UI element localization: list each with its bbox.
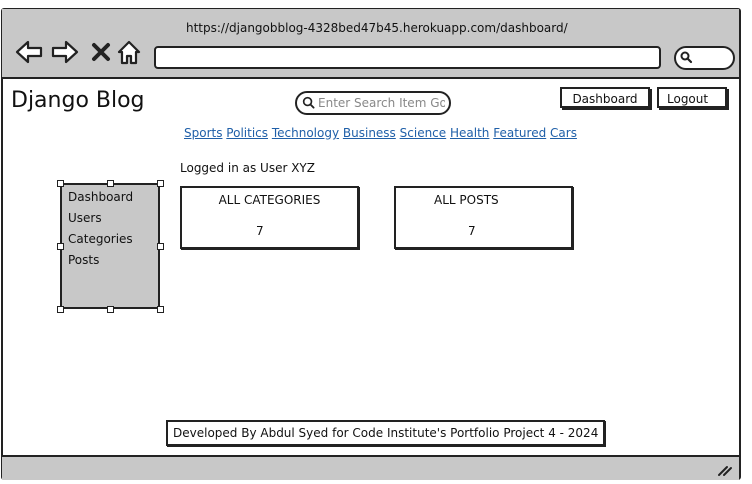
sidebar-item-users[interactable]: Users	[68, 209, 158, 228]
category-nav: Sports Politics Technology Business Scie…	[184, 126, 577, 140]
user-status: Logged in as User XYZ	[180, 161, 315, 175]
dashboard-button[interactable]: Dashboard	[560, 87, 650, 108]
selection-handle[interactable]	[107, 180, 114, 187]
browser-toolbar: https://djangobblog-4328bed47b45.herokua…	[2, 9, 739, 79]
site-brand[interactable]: Django Blog	[11, 88, 145, 113]
category-link-science[interactable]: Science	[400, 126, 447, 140]
search-input[interactable]	[318, 94, 445, 111]
category-link-politics[interactable]: Politics	[226, 126, 268, 140]
selection-handle[interactable]	[157, 243, 164, 250]
search-icon	[302, 96, 315, 109]
selection-handle[interactable]	[57, 306, 64, 313]
stop-icon[interactable]	[89, 37, 113, 67]
card-title: ALL CATEGORIES	[218, 193, 321, 207]
site-footer: Developed By Abdul Syed for Code Institu…	[166, 420, 606, 446]
back-arrow-icon[interactable]	[14, 37, 44, 67]
logout-button[interactable]: Logout	[657, 87, 727, 108]
sidebar-item-categories[interactable]: Categories	[68, 230, 158, 249]
category-link-featured[interactable]: Featured	[493, 126, 546, 140]
resize-grip-icon[interactable]	[717, 463, 733, 477]
selection-handle[interactable]	[57, 243, 64, 250]
dashboard-sidebar: Dashboard Users Categories Posts	[60, 183, 160, 309]
selection-handle[interactable]	[157, 306, 164, 313]
category-link-business[interactable]: Business	[343, 126, 396, 140]
category-link-technology[interactable]: Technology	[272, 126, 339, 140]
sidebar-item-dashboard[interactable]: Dashboard	[68, 188, 158, 207]
sidebar-item-posts[interactable]: Posts	[68, 251, 158, 270]
url-text: https://djangobblog-4328bed47b45.herokua…	[186, 21, 568, 35]
selection-handle[interactable]	[157, 180, 164, 187]
card-count: 7	[256, 224, 264, 238]
category-link-sports[interactable]: Sports	[184, 126, 222, 140]
card-count: 7	[468, 224, 476, 238]
selection-handle[interactable]	[107, 306, 114, 313]
category-link-cars[interactable]: Cars	[550, 126, 577, 140]
all-posts-card: ALL POSTS 7	[394, 186, 573, 249]
home-icon[interactable]	[116, 37, 142, 67]
browser-search-box[interactable]	[674, 46, 735, 70]
all-categories-card: ALL CATEGORIES 7	[180, 186, 359, 249]
search-icon	[680, 51, 693, 64]
selection-handle[interactable]	[57, 180, 64, 187]
site-search-box[interactable]	[295, 91, 451, 115]
card-title: ALL POSTS	[434, 193, 499, 207]
browser-status-bar	[2, 455, 739, 480]
forward-arrow-icon[interactable]	[50, 37, 80, 67]
address-bar[interactable]	[154, 46, 661, 69]
category-link-health[interactable]: Health	[450, 126, 489, 140]
